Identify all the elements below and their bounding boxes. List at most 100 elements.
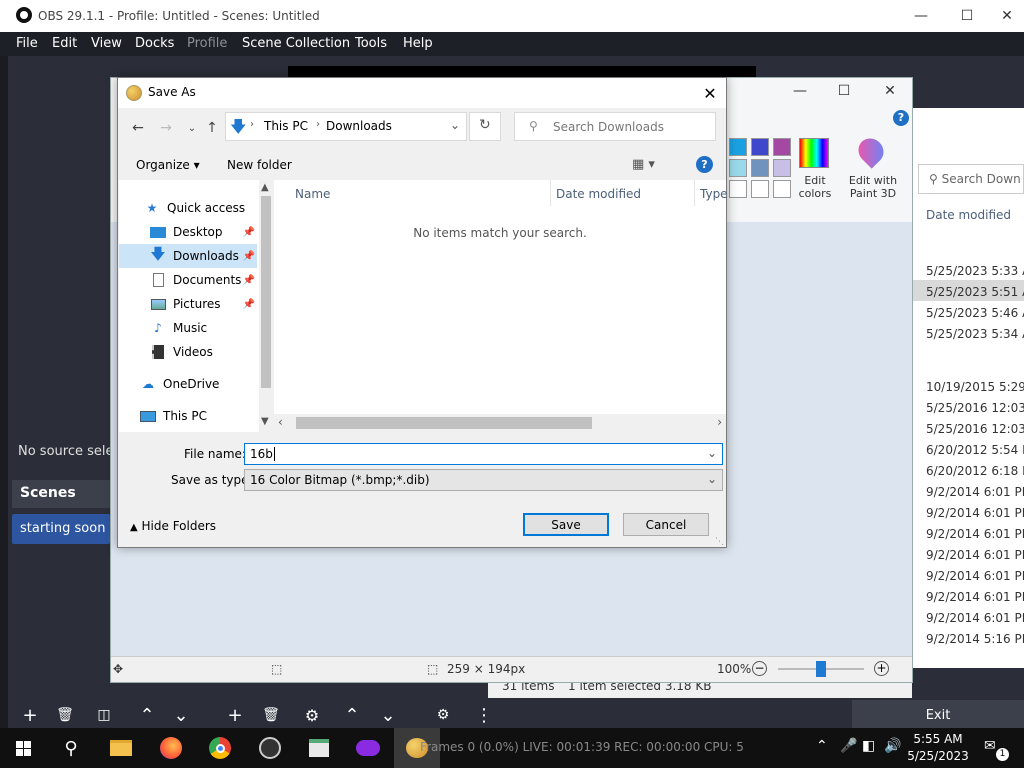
scroll-down-icon[interactable]: ▼ xyxy=(261,416,269,427)
scene-item[interactable]: starting soon screen xyxy=(12,514,110,544)
address-dropdown-icon[interactable]: ⌄ xyxy=(450,118,460,132)
scroll-up-icon[interactable]: ▲ xyxy=(261,182,269,193)
taskbar-clock[interactable]: 5:55 AM 5/25/2023 xyxy=(904,731,972,767)
maximize-button[interactable]: ☐ xyxy=(944,0,990,32)
exit-button[interactable]: Exit xyxy=(852,700,1024,730)
microphone-icon[interactable]: 🎤 xyxy=(840,738,857,754)
list-item[interactable]: 5/25/2023 5:33 AM xyxy=(926,264,1024,278)
source-up-icon[interactable]: ⌃ xyxy=(339,702,365,728)
paint-close-button[interactable]: ✕ xyxy=(867,78,913,104)
back-icon[interactable]: ← xyxy=(128,118,148,138)
hscroll-thumb[interactable] xyxy=(296,417,592,429)
nav-music[interactable]: ♪ Music xyxy=(119,316,257,340)
mixer-settings-icon[interactable]: ⚙ xyxy=(430,702,456,728)
resize-grip-icon[interactable]: ⋱ xyxy=(715,537,724,547)
search-icon[interactable]: ⚲ xyxy=(48,728,94,768)
search-input[interactable]: ⚲ Search Downloads xyxy=(514,112,716,141)
file-name-dropdown-icon[interactable]: ⌄ xyxy=(707,446,717,460)
edit-colors-button[interactable]: Edit colors xyxy=(793,174,837,200)
column-name[interactable]: Name xyxy=(295,187,330,201)
menu-file[interactable]: File xyxy=(16,36,38,51)
menu-tools[interactable]: Tools xyxy=(355,36,387,51)
chevron-up-icon[interactable]: ⌃ xyxy=(816,738,828,754)
menu-scene-collection[interactable]: Scene Collection xyxy=(242,36,350,51)
list-item[interactable]: 6/20/2012 5:54 PM xyxy=(926,443,1024,457)
list-item[interactable]: 9/2/2014 5:16 PM xyxy=(926,632,1024,646)
address-bar[interactable]: 🡇 › This PC › Downloads ⌄ xyxy=(225,112,467,141)
zoom-out-icon[interactable]: − xyxy=(752,661,767,676)
add-source-icon[interactable]: + xyxy=(222,702,248,728)
refresh-button[interactable]: ↻ xyxy=(469,112,501,141)
scene-filter-icon[interactable]: ◫ xyxy=(91,702,117,728)
nav-quick-access[interactable]: ★ Quick access xyxy=(119,196,257,220)
cancel-button[interactable]: Cancel xyxy=(623,513,709,536)
start-button[interactable] xyxy=(0,728,46,768)
list-item[interactable]: 5/25/2023 5:34 AM xyxy=(926,327,1024,341)
nav-scrollbar-thumb[interactable] xyxy=(261,196,271,388)
list-item[interactable]: 9/2/2014 6:01 PM xyxy=(926,506,1024,520)
zoom-in-icon[interactable]: + xyxy=(874,661,889,676)
nav-downloads[interactable]: 🡇 Downloads 📌 xyxy=(119,244,257,268)
breadcrumb-downloads[interactable]: Downloads xyxy=(326,119,392,133)
horizontal-scrollbar[interactable]: ‹ › xyxy=(274,414,726,432)
save-type-select[interactable]: 16 Color Bitmap (*.bmp;*.dib) ⌄ xyxy=(244,469,723,491)
scroll-left-icon[interactable]: ‹ xyxy=(278,415,283,429)
paint-help-icon[interactable]: ? xyxy=(893,110,909,126)
new-folder-button[interactable]: New folder xyxy=(227,158,292,172)
source-down-icon[interactable]: ⌄ xyxy=(375,702,401,728)
menu-help[interactable]: Help xyxy=(403,36,433,51)
minimize-button[interactable]: — xyxy=(898,0,944,32)
recent-locations-icon[interactable]: ⌄ xyxy=(182,118,202,138)
help-icon[interactable]: ? xyxy=(696,156,713,173)
menu-docks[interactable]: Docks xyxy=(135,36,174,51)
paint-maximize-button[interactable]: ☐ xyxy=(821,78,867,104)
list-item[interactable]: 9/2/2014 6:01 PM xyxy=(926,569,1024,583)
list-item[interactable]: 5/25/2016 12:03 PM xyxy=(926,401,1024,415)
volume-icon[interactable]: 🔊 xyxy=(884,738,901,754)
menu-profile[interactable]: Profile xyxy=(187,36,227,51)
hide-folders-button[interactable]: ▲ Hide Folders xyxy=(130,519,216,533)
scroll-right-icon[interactable]: › xyxy=(717,415,722,429)
file-explorer-icon[interactable] xyxy=(98,728,144,768)
edit-with-paint3d-button[interactable]: Edit with Paint 3D xyxy=(845,174,901,200)
list-item[interactable]: 9/2/2014 6:01 PM xyxy=(926,590,1024,604)
chrome-icon[interactable] xyxy=(197,728,243,768)
zoom-slider-thumb[interactable] xyxy=(816,661,826,677)
network-icon[interactable]: ◧ xyxy=(862,738,875,754)
breadcrumb-this-pc[interactable]: This PC xyxy=(264,119,308,133)
nav-pictures[interactable]: Pictures 📌 xyxy=(119,292,257,316)
nav-desktop[interactable]: Desktop 📌 xyxy=(119,220,257,244)
obs-icon[interactable] xyxy=(247,728,293,768)
list-item[interactable]: 6/20/2012 6:18 PM xyxy=(926,464,1024,478)
dialog-close-button[interactable]: ✕ xyxy=(694,78,726,108)
app-window-icon[interactable] xyxy=(296,728,342,768)
remove-source-icon[interactable]: 🗑 xyxy=(258,702,284,728)
column-date-modified[interactable]: Date modified xyxy=(556,187,641,201)
view-options-icon[interactable]: ▦ ▾ xyxy=(632,157,655,172)
more-options-icon[interactable]: ⋮ xyxy=(471,702,497,728)
list-item[interactable]: 9/2/2014 6:01 PM xyxy=(926,485,1024,499)
remove-scene-icon[interactable]: 🗑 xyxy=(52,702,78,728)
firefox-icon[interactable] xyxy=(148,728,194,768)
file-list[interactable]: No items match your search. xyxy=(274,180,726,432)
mask-app-icon[interactable] xyxy=(345,728,391,768)
save-button[interactable]: Save xyxy=(523,513,609,536)
list-item[interactable]: 9/2/2014 6:01 PM xyxy=(926,548,1024,562)
move-down-icon[interactable]: ⌄ xyxy=(168,702,194,728)
nav-onedrive[interactable]: ☁ OneDrive xyxy=(119,372,257,396)
explorer-date-header[interactable]: Date modified xyxy=(926,208,1011,222)
menu-edit[interactable]: Edit xyxy=(52,36,77,51)
notification-icon[interactable]: ✉ xyxy=(984,738,996,754)
list-item[interactable]: 9/2/2014 6:01 PM xyxy=(926,611,1024,625)
list-item[interactable]: 5/25/2023 5:46 AM xyxy=(926,306,1024,320)
paint-minimize-button[interactable]: — xyxy=(777,78,823,104)
source-settings-icon[interactable]: ⚙ xyxy=(299,702,325,728)
add-scene-icon[interactable]: + xyxy=(17,702,43,728)
list-item[interactable]: 5/25/2023 5:51 AM xyxy=(926,285,1024,299)
menu-view[interactable]: View xyxy=(91,36,122,51)
list-item[interactable]: 10/19/2015 5:29 PM xyxy=(926,380,1024,394)
up-icon[interactable]: ↑ xyxy=(202,118,222,138)
nav-scrollbar[interactable]: ▲ ▼ xyxy=(259,180,273,432)
forward-icon[interactable]: → xyxy=(156,118,176,138)
column-type[interactable]: Type xyxy=(700,187,728,201)
